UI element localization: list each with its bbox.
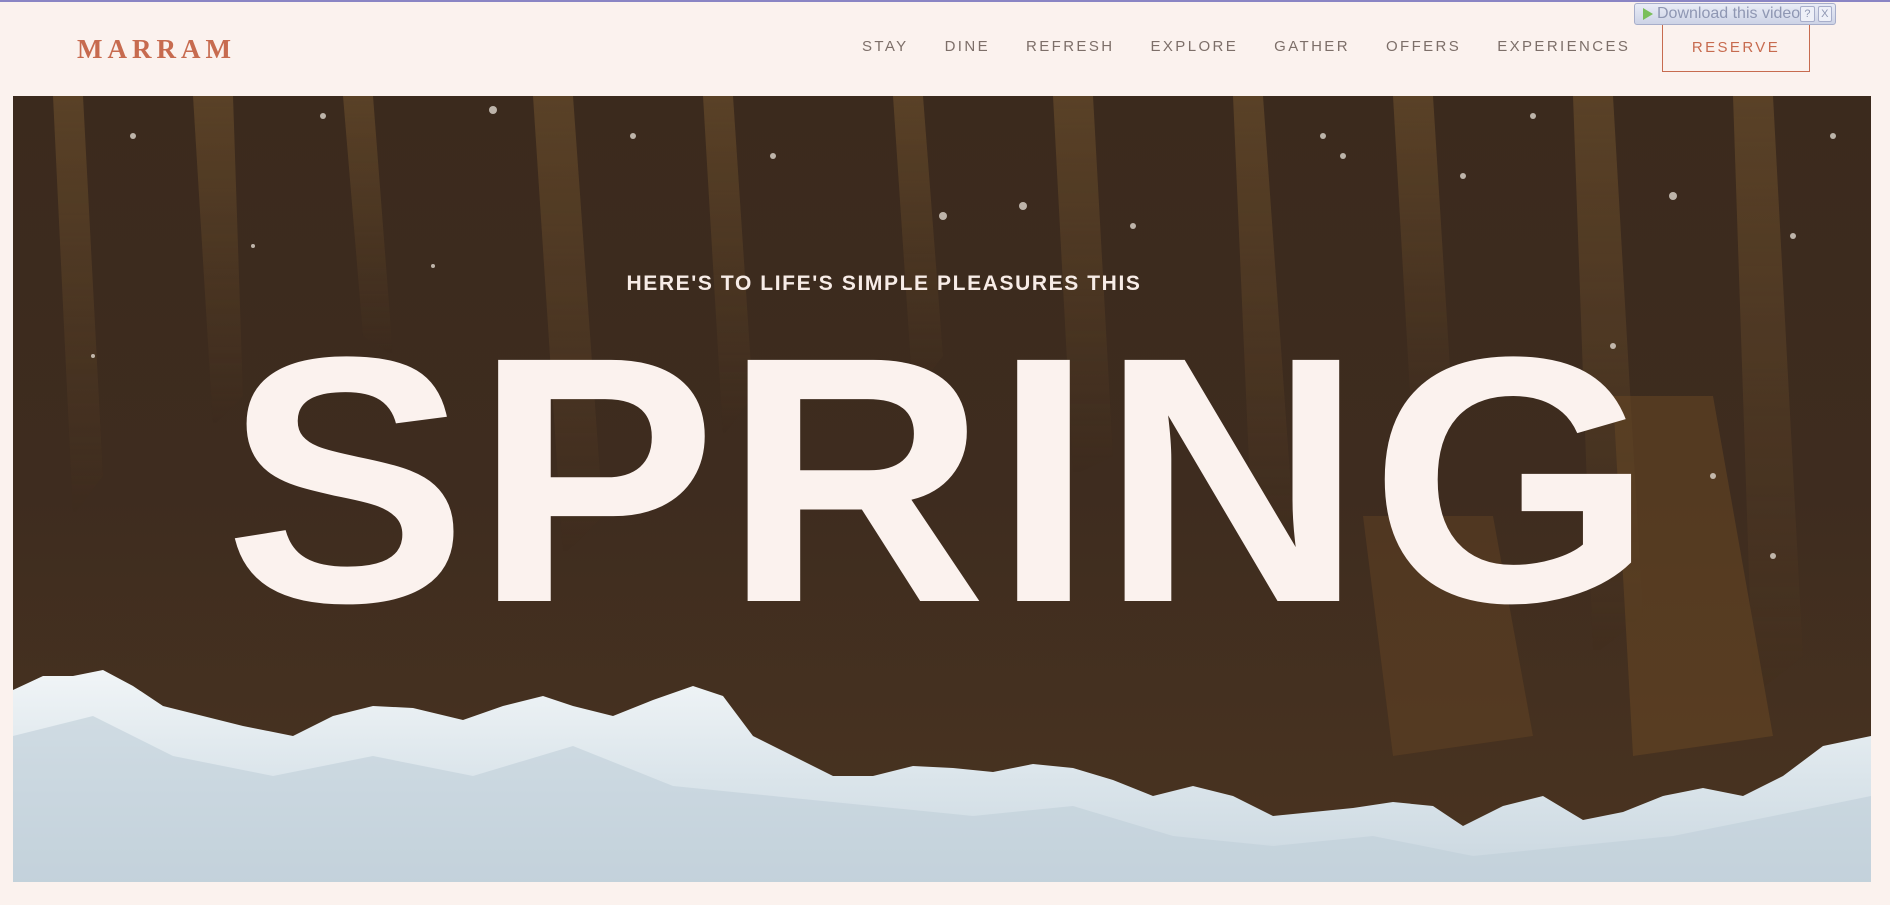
hero-headline: SPRING [224, 285, 1660, 676]
top-divider [0, 0, 1890, 2]
nav-item-offers[interactable]: OFFERS [1386, 38, 1461, 55]
nav-item-dine[interactable]: DINE [945, 38, 990, 55]
page: MARRAM STAY DINE REFRESH EXPLORE GATHER … [0, 0, 1890, 905]
reserve-button[interactable]: RESERVE [1662, 23, 1810, 72]
close-icon[interactable]: X [1817, 6, 1832, 22]
help-icon[interactable]: ? [1800, 6, 1815, 22]
play-icon [1643, 8, 1653, 20]
nav-item-gather[interactable]: GATHER [1274, 38, 1350, 55]
brand-logo[interactable]: MARRAM [77, 34, 236, 65]
site-header: MARRAM STAY DINE REFRESH EXPLORE GATHER … [0, 0, 1890, 96]
nav-item-explore[interactable]: EXPLORE [1150, 38, 1238, 55]
download-video-bar[interactable]: Download this video ? X [1634, 3, 1836, 25]
nav-item-experiences[interactable]: EXPERIENCES [1497, 38, 1630, 55]
main-nav: STAY DINE REFRESH EXPLORE GATHER OFFERS … [862, 38, 1666, 55]
hero-video[interactable]: HERE'S TO LIFE'S SIMPLE PLEASURES THIS S… [13, 96, 1871, 882]
nav-item-stay[interactable]: STAY [862, 38, 909, 55]
download-video-label[interactable]: Download this video [1657, 5, 1800, 23]
nav-item-refresh[interactable]: REFRESH [1026, 38, 1114, 55]
